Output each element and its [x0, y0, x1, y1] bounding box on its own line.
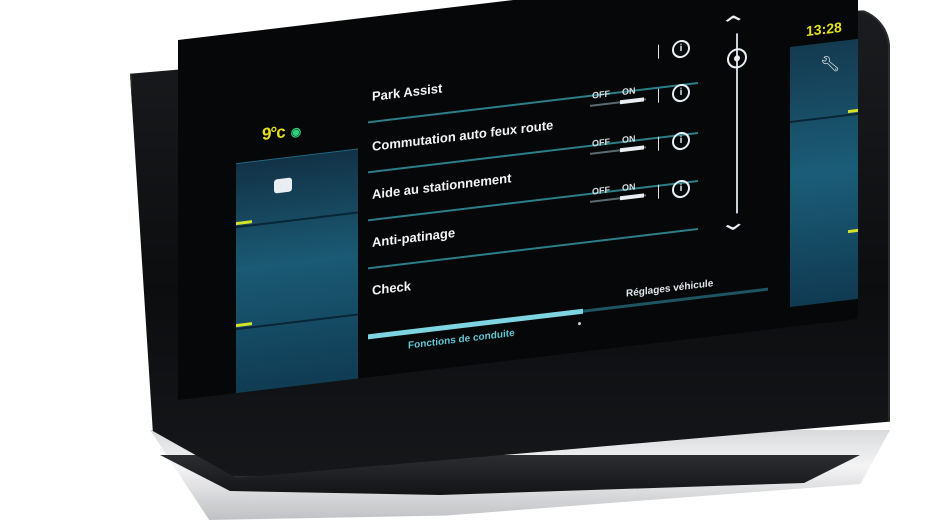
setting-label: Aide au stationnement	[372, 170, 512, 202]
info-separator	[658, 184, 659, 199]
toggle-off-label: OFF	[592, 136, 610, 149]
panel-separator	[236, 313, 358, 331]
scrollbar-thumb[interactable]	[727, 47, 747, 70]
toggle-on-label: ON	[622, 85, 636, 98]
tab-dot	[578, 321, 581, 326]
location-pin-icon: ◉	[290, 124, 301, 140]
panel-separator	[790, 112, 858, 124]
info-separator	[658, 44, 659, 59]
info-separator	[658, 136, 659, 151]
setting-label: Commutation auto feux route	[372, 117, 554, 154]
info-separator	[658, 88, 659, 103]
toggle-on-label: ON	[622, 133, 636, 146]
chevron-up-icon[interactable]: ⌃	[718, 10, 748, 40]
panel-marker	[848, 228, 858, 234]
toggle-on-label: ON	[622, 181, 636, 194]
toggle-off-label: OFF	[592, 184, 610, 197]
toggle-selection	[620, 97, 644, 105]
toggle-selection	[620, 145, 644, 153]
panel-separator	[236, 211, 358, 229]
right-shortcut-panel: 🔧︎	[790, 38, 858, 308]
setting-label: Park Assist	[372, 80, 443, 104]
toggle-off-label: OFF	[592, 88, 610, 101]
outside-temperature: 9°c ◉	[262, 120, 300, 145]
toggle-selection	[620, 193, 644, 201]
wrench-icon[interactable]: 🔧︎	[820, 53, 840, 75]
temperature-value: 9°c	[262, 122, 285, 144]
clock: 13:28	[806, 18, 842, 40]
setting-label: Check	[372, 278, 412, 298]
message-icon[interactable]	[274, 177, 292, 194]
chevron-down-icon[interactable]: ⌄	[718, 208, 748, 238]
setting-label: Anti-patinage	[372, 224, 456, 250]
left-shortcut-panel	[236, 148, 358, 400]
